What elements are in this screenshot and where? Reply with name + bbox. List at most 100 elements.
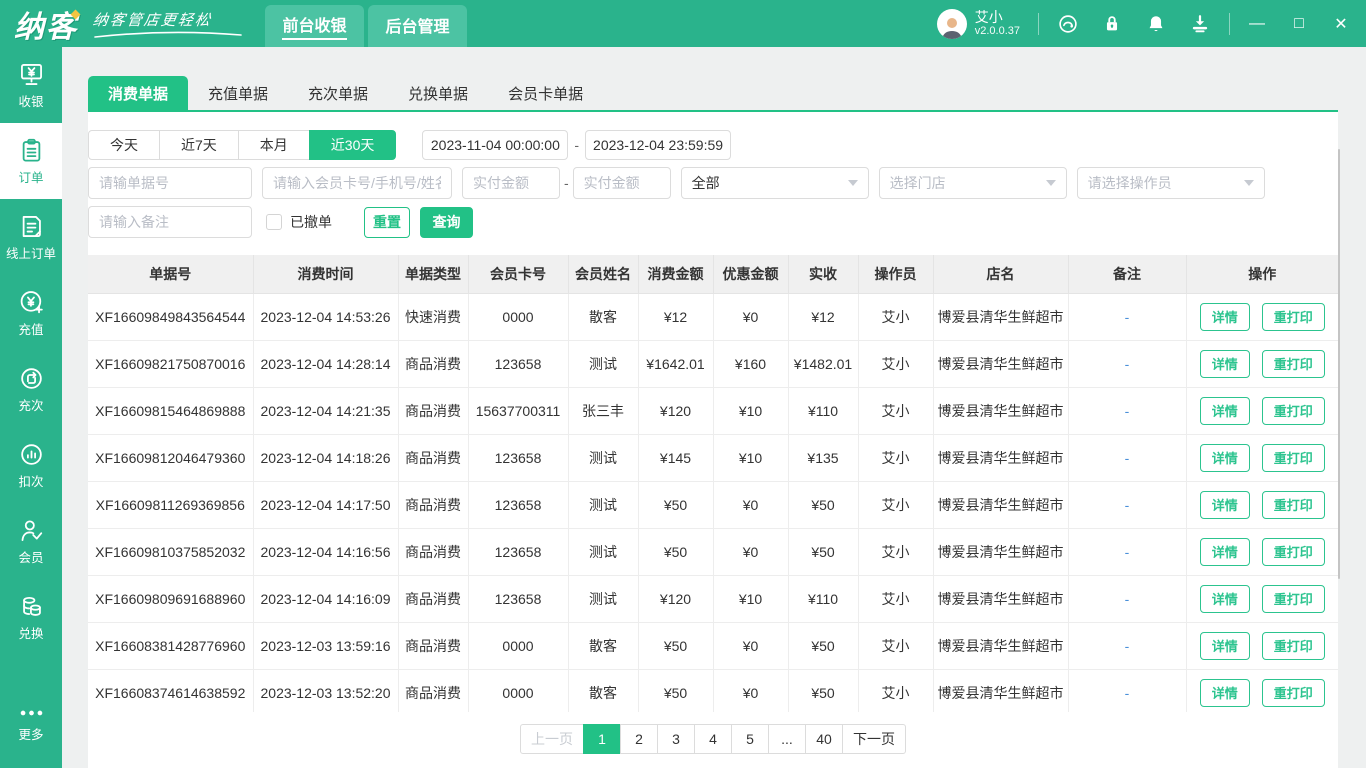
more-icon	[20, 710, 42, 716]
date-range-dash: -	[574, 137, 580, 153]
cell-member-card: 0000	[468, 293, 569, 341]
sidebar-item-recharge-times[interactable]: 充次	[0, 351, 62, 427]
notification-bell-icon[interactable]	[1145, 13, 1167, 35]
quick-date-7days[interactable]: 近7天	[159, 130, 239, 160]
detail-button[interactable]: 详情	[1199, 443, 1250, 472]
reprint-button[interactable]: 重打印	[1261, 631, 1325, 660]
order-type-select-value: 全部	[691, 175, 720, 191]
store-select[interactable]: 选择门店	[878, 167, 1067, 199]
pagination-prev[interactable]: 上一页	[520, 724, 584, 754]
reprint-button[interactable]: 重打印	[1261, 537, 1325, 566]
reprint-button[interactable]: 重打印	[1261, 443, 1325, 472]
tab-consume-orders[interactable]: 消费单据	[88, 76, 189, 110]
tab-member-card-orders[interactable]: 会员卡单据	[488, 76, 603, 110]
cell-remark: -	[1068, 293, 1187, 341]
order-no-input[interactable]	[88, 167, 252, 199]
cell-remark: -	[1068, 387, 1187, 435]
reprint-button[interactable]: 重打印	[1261, 396, 1325, 425]
reprint-button[interactable]: 重打印	[1261, 349, 1325, 378]
detail-button[interactable]: 详情	[1199, 584, 1250, 613]
revoked-checkbox[interactable]	[266, 214, 282, 230]
nav-back-management[interactable]: 后台管理	[368, 5, 467, 47]
lock-icon[interactable]	[1101, 13, 1123, 35]
close-button[interactable]: ✕	[1332, 14, 1350, 34]
maximize-button[interactable]: □	[1290, 15, 1308, 33]
tab-recharge-times-orders[interactable]: 充次单据	[288, 76, 388, 110]
detail-button[interactable]: 详情	[1199, 678, 1250, 707]
date-from-input[interactable]	[422, 130, 569, 160]
filter-row-actions: 已撤单 重置 查询	[88, 206, 1338, 238]
quick-date-today[interactable]: 今天	[88, 130, 160, 160]
quick-date-month[interactable]: 本月	[237, 130, 310, 160]
amount-max-input[interactable]	[572, 167, 671, 199]
reprint-button[interactable]: 重打印	[1261, 678, 1325, 707]
reset-button[interactable]: 重置	[364, 206, 410, 238]
cell-operator: 艾小	[858, 434, 934, 482]
cell-consume-time: 2023-12-04 14:16:09	[253, 575, 399, 623]
amount-min-input[interactable]	[462, 167, 560, 199]
reprint-button[interactable]: 重打印	[1261, 302, 1325, 331]
pagination-page[interactable]: 3	[657, 724, 695, 754]
detail-button[interactable]: 详情	[1199, 631, 1250, 660]
pagination-page[interactable]: 1	[583, 724, 621, 754]
user-name: 艾小	[974, 8, 1003, 25]
cell-actions: 详情 重打印	[1186, 434, 1338, 482]
sidebar-item-exchange[interactable]: 兑换	[0, 579, 62, 655]
operator-select[interactable]: 请选择操作员	[1076, 167, 1265, 199]
sidebar-item-recharge[interactable]: 充值	[0, 275, 62, 351]
detail-button[interactable]: 详情	[1199, 537, 1250, 566]
sidebar-item-deduct-times[interactable]: 扣次	[0, 427, 62, 503]
pagination-ellipsis[interactable]: ...	[768, 724, 806, 754]
cell-member-card: 0000	[468, 669, 569, 712]
cell-order-type: 商品消费	[398, 575, 469, 623]
cell-actions: 详情 重打印	[1186, 293, 1338, 341]
sidebar-item-members[interactable]: 会员	[0, 503, 62, 579]
cell-discount-amount: ¥10	[713, 387, 789, 435]
date-to-input[interactable]	[585, 130, 732, 160]
cell-discount-amount: ¥0	[713, 528, 789, 576]
support-icon[interactable]	[1057, 13, 1079, 35]
cell-paid-amount: ¥50	[788, 669, 859, 712]
tab-exchange-orders[interactable]: 兑换单据	[388, 76, 488, 110]
scrollbar-thumb[interactable]	[1338, 149, 1340, 579]
tab-recharge-orders[interactable]: 充值单据	[188, 76, 288, 110]
sidebar-item-label: 充值	[18, 322, 44, 337]
query-button[interactable]: 查询	[420, 206, 473, 238]
pagination-page[interactable]: 2	[620, 724, 658, 754]
user-chip[interactable]: 艾小 v2.0.0.37	[936, 8, 1020, 39]
sidebar-item-orders[interactable]: 订单	[0, 123, 62, 199]
pagination-next[interactable]: 下一页	[842, 724, 906, 754]
download-update-icon[interactable]	[1189, 13, 1211, 35]
order-type-select[interactable]: 全部	[680, 167, 869, 199]
table-row: XF16609812046479360 2023-12-04 14:18:26 …	[88, 434, 1338, 482]
revoked-checkbox-wrap[interactable]: 已撤单	[266, 212, 332, 232]
sidebar: 收银 订单 线上订单 充值 充次 扣次 会员 兑换 更多	[0, 47, 62, 768]
deduct-times-icon	[20, 443, 42, 465]
sidebar-item-cashier[interactable]: 收银	[0, 47, 62, 123]
pagination-page[interactable]: 5	[731, 724, 769, 754]
cell-consume-amount: ¥145	[638, 434, 714, 482]
minimize-button[interactable]: —	[1248, 15, 1266, 33]
detail-button[interactable]: 详情	[1199, 302, 1250, 331]
cell-paid-amount: ¥110	[788, 575, 859, 623]
sidebar-item-more[interactable]: 更多	[0, 686, 62, 762]
sidebar-item-online-orders[interactable]: 线上订单	[0, 199, 62, 275]
header-actions: 操作	[1186, 255, 1338, 294]
detail-button[interactable]: 详情	[1199, 349, 1250, 378]
scrollbar[interactable]	[1338, 149, 1340, 768]
sidebar-item-label: 充次	[18, 398, 44, 413]
detail-button[interactable]: 详情	[1199, 490, 1250, 519]
reprint-button[interactable]: 重打印	[1261, 490, 1325, 519]
pagination-page[interactable]: 40	[805, 724, 843, 754]
detail-button[interactable]: 详情	[1199, 396, 1250, 425]
remark-input[interactable]	[88, 206, 252, 238]
nav-front-cashier[interactable]: 前台收银	[265, 5, 364, 47]
member-search-input[interactable]	[262, 167, 452, 199]
pagination-page[interactable]: 4	[694, 724, 732, 754]
cell-order-type: 快速消费	[398, 293, 469, 341]
table-row: XF16609811269369856 2023-12-04 14:17:50 …	[88, 481, 1338, 529]
reprint-button[interactable]: 重打印	[1261, 584, 1325, 613]
cell-member-name: 散客	[568, 293, 639, 341]
quick-date-30days[interactable]: 近30天	[308, 130, 397, 160]
cell-remark: -	[1068, 340, 1187, 388]
